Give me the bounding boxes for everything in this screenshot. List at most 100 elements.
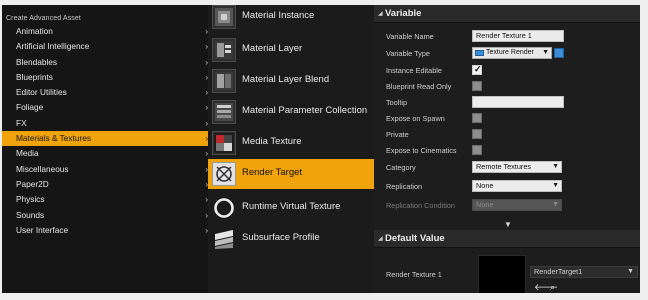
replication-value: None — [476, 181, 494, 190]
category-item-media[interactable]: Media › — [2, 146, 208, 161]
category-label: User Interface — [16, 224, 69, 235]
texture-type-swatch — [475, 50, 484, 56]
replication-condition-value: None — [476, 200, 494, 209]
category-item-animation[interactable]: Animation › — [2, 24, 208, 39]
details-panel: ◢ Variable Variable Name Render Texture … — [374, 5, 640, 293]
check-icon: ✓ — [474, 64, 482, 74]
section-title: Default Value — [385, 233, 445, 244]
variable-type-row: Variable Type Texture Render ▼ — [374, 46, 640, 61]
create-asset-window: Create Advanced Asset Animation › Artifi… — [2, 5, 640, 293]
expose-on-spawn-label: Expose on Spawn — [386, 114, 445, 123]
browse-search-icon[interactable]: ⌕ — [550, 282, 555, 293]
replication-label: Replication — [386, 182, 423, 191]
category-label: Materials & Textures — [16, 133, 92, 144]
category-label: Sounds — [16, 209, 45, 220]
replication-condition-row: Replication Condition None ▼ — [374, 198, 640, 213]
category-item-editor-utilities[interactable]: Editor Utilities › — [2, 85, 208, 100]
collapse-triangle-icon: ◢ — [378, 236, 383, 242]
asset-label: Material Layer Blend — [242, 74, 330, 85]
asset-item-render-target[interactable]: Render Target — [208, 159, 374, 189]
collapse-triangle-icon: ◢ — [378, 11, 383, 17]
category-item-blendables[interactable]: Blendables › — [2, 55, 208, 70]
category-label: FX — [16, 117, 27, 128]
blueprint-read-only-row: Blueprint Read Only — [374, 79, 640, 94]
expose-to-cinematics-checkbox[interactable] — [472, 145, 482, 155]
asset-label: Material Layer — [242, 43, 303, 54]
category-label: Animation — [16, 26, 53, 36]
instance-editable-label: Instance Editable — [386, 66, 442, 75]
category-label: Physics — [16, 194, 45, 205]
asset-submenu: Material Instance Material Layer Materia… — [208, 5, 374, 293]
asset-item-material-layer[interactable]: Material Layer — [208, 35, 374, 65]
instance-editable-checkbox[interactable]: ✓ — [472, 64, 482, 75]
category-row: Category Remote Textures ▼ — [374, 160, 640, 175]
instance-editable-row: Instance Editable ✓ — [374, 63, 640, 78]
category-label: Media — [16, 148, 39, 159]
tooltip-row: Tooltip — [374, 95, 640, 110]
category-item-materials-textures[interactable]: Materials & Textures › — [2, 131, 208, 147]
category-item-physics[interactable]: Physics › — [2, 192, 208, 207]
blueprint-read-only-checkbox[interactable] — [472, 81, 482, 91]
category-list: Animation › Artificial Intelligence › Bl… — [2, 24, 208, 238]
category-item-foliage[interactable]: Foliage › — [2, 100, 208, 115]
media-texture-icon — [212, 131, 236, 155]
private-row: Private — [374, 127, 640, 142]
variable-type-value: Texture Render — [486, 49, 534, 56]
asset-item-material-instance[interactable]: Material Instance — [208, 5, 374, 32]
variable-type-dropdown[interactable]: Texture Render ▼ — [472, 47, 552, 59]
asset-picker-value: RenderTarget1 — [534, 267, 583, 276]
category-item-fx[interactable]: FX › — [2, 116, 208, 131]
dropdown-arrow-icon: ▼ — [552, 201, 559, 208]
category-label: Paper2D — [16, 178, 49, 189]
asset-item-material-parameter-collection[interactable]: Material Parameter Collection — [208, 97, 374, 127]
render-target-icon — [212, 162, 236, 186]
runtime-virtual-texture-icon — [212, 196, 236, 220]
category-item-sounds[interactable]: Sounds › — [2, 208, 208, 223]
asset-label: Material Instance — [242, 10, 315, 21]
default-value-section-header[interactable]: ◢ Default Value — [374, 230, 640, 248]
private-label: Private — [386, 130, 409, 139]
category-item-blueprints[interactable]: Blueprints › — [2, 70, 208, 85]
category-label: Editor Utilities — [16, 87, 67, 98]
variable-section-header[interactable]: ◢ Variable — [374, 5, 640, 23]
category-label: Blendables — [16, 56, 58, 67]
expose-on-spawn-checkbox[interactable] — [472, 113, 482, 123]
variable-type-label: Variable Type — [386, 49, 430, 58]
category-item-paper2d[interactable]: Paper2D › — [2, 177, 208, 192]
material-layer-blend-icon — [212, 69, 236, 93]
dropdown-arrow-icon: ▼ — [552, 163, 559, 170]
dropdown-arrow-icon: ▼ — [542, 49, 549, 56]
replication-combo[interactable]: None ▼ — [472, 180, 562, 192]
asset-label: Runtime Virtual Texture — [242, 201, 341, 212]
texture-thumbnail[interactable] — [478, 255, 526, 293]
default-value-row: Render Texture 1 RenderTarget1 ▼ 🡐 ⌕ — [374, 253, 640, 293]
category-label: Blueprints — [16, 71, 53, 82]
menu-header: Create Advanced Asset — [6, 15, 81, 22]
variable-name-label: Variable Name — [386, 32, 434, 41]
variable-name-field[interactable]: Render Texture 1 — [472, 30, 564, 42]
category-item-user-interface[interactable]: User Interface › — [2, 223, 208, 238]
variable-name-row: Variable Name Render Texture 1 — [374, 29, 640, 44]
asset-item-material-layer-blend[interactable]: Material Layer Blend — [208, 66, 374, 96]
container-type-icon[interactable] — [554, 48, 564, 58]
material-parameter-collection-icon — [212, 100, 236, 124]
asset-label: Subsurface Profile — [242, 232, 320, 243]
asset-picker-combo[interactable]: RenderTarget1 ▼ — [530, 266, 638, 278]
category-label: Artificial Intelligence — [16, 41, 90, 52]
asset-item-media-texture[interactable]: Media Texture — [208, 128, 374, 158]
replication-row: Replication None ▼ — [374, 179, 640, 194]
expose-to-cinematics-label: Expose to Cinematics — [386, 146, 457, 155]
asset-item-subsurface-profile[interactable]: Subsurface Profile — [208, 224, 374, 254]
material-instance-icon — [212, 5, 236, 29]
blueprint-read-only-label: Blueprint Read Only — [386, 82, 452, 91]
category-combo[interactable]: Remote Textures ▼ — [472, 161, 562, 173]
asset-item-runtime-virtual-texture[interactable]: Runtime Virtual Texture — [208, 193, 374, 223]
advanced-expand-icon[interactable]: ▼ — [504, 220, 512, 229]
category-item-artificial-intelligence[interactable]: Artificial Intelligence › — [2, 39, 208, 54]
private-checkbox[interactable] — [472, 129, 482, 139]
tooltip-field[interactable] — [472, 96, 564, 108]
replication-condition-combo: None ▼ — [472, 199, 562, 211]
category-item-miscellaneous[interactable]: Miscellaneous › — [2, 162, 208, 177]
expose-to-cinematics-row: Expose to Cinematics — [374, 143, 640, 158]
dropdown-arrow-icon: ▼ — [552, 182, 559, 189]
